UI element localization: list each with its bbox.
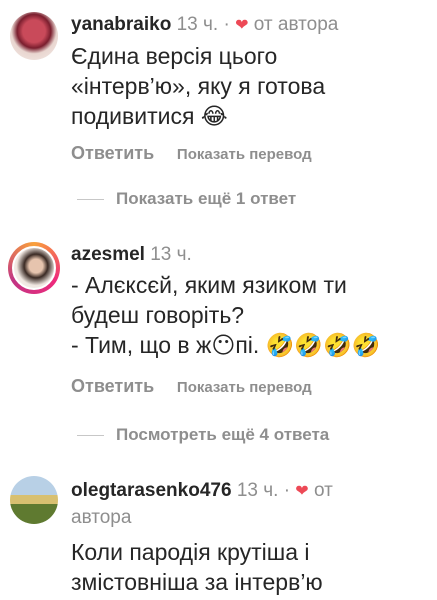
author-badge: от автора (253, 14, 339, 35)
reply-button[interactable]: Ответить (71, 376, 154, 396)
avatar[interactable] (10, 12, 58, 60)
heart-icon: ❤ (295, 483, 309, 500)
comment-meta: yanabraiko 13 ч. · ❤ от автора (71, 12, 427, 39)
avatar-story-ring[interactable] (8, 242, 60, 294)
view-more-replies-button[interactable]: Посмотреть ещё 4 ответа (77, 425, 329, 445)
author-badge-continued: автора (71, 507, 132, 528)
dot-separator: · (283, 480, 291, 501)
username[interactable]: yanabraiko (71, 14, 171, 35)
timestamp: 13 ч. (176, 14, 219, 35)
comment-meta: azesmel 13 ч. (71, 242, 427, 268)
reply-button[interactable]: Ответить (71, 143, 154, 163)
username[interactable]: olegtarasenko476 (71, 480, 232, 501)
comment-text: Єдина версія цього «інтерв’ю», яку я гот… (71, 43, 326, 129)
avatar[interactable] (10, 476, 58, 524)
timestamp: 13 ч. (150, 244, 192, 265)
avatar (12, 246, 56, 290)
comment-text: Коли пародія крутіша і змістовніша за ін… (71, 539, 323, 595)
timestamp: 13 ч. (236, 480, 279, 501)
translate-button[interactable]: Показать перевод (177, 146, 312, 163)
comment-meta: olegtarasenko476 13 ч. · ❤ от (71, 478, 427, 505)
divider (77, 199, 104, 201)
view-more-replies-button[interactable]: Показать ещё 1 ответ (77, 189, 296, 209)
translate-button[interactable]: Показать перевод (177, 379, 312, 396)
divider (77, 435, 104, 437)
author-badge: от (313, 480, 333, 501)
dot-separator: · (223, 14, 230, 35)
username[interactable]: azesmel (71, 244, 145, 265)
comment-text: - Алєксєй, яким язиком ти будеш говоріть… (71, 272, 381, 358)
heart-icon: ❤ (235, 17, 249, 34)
